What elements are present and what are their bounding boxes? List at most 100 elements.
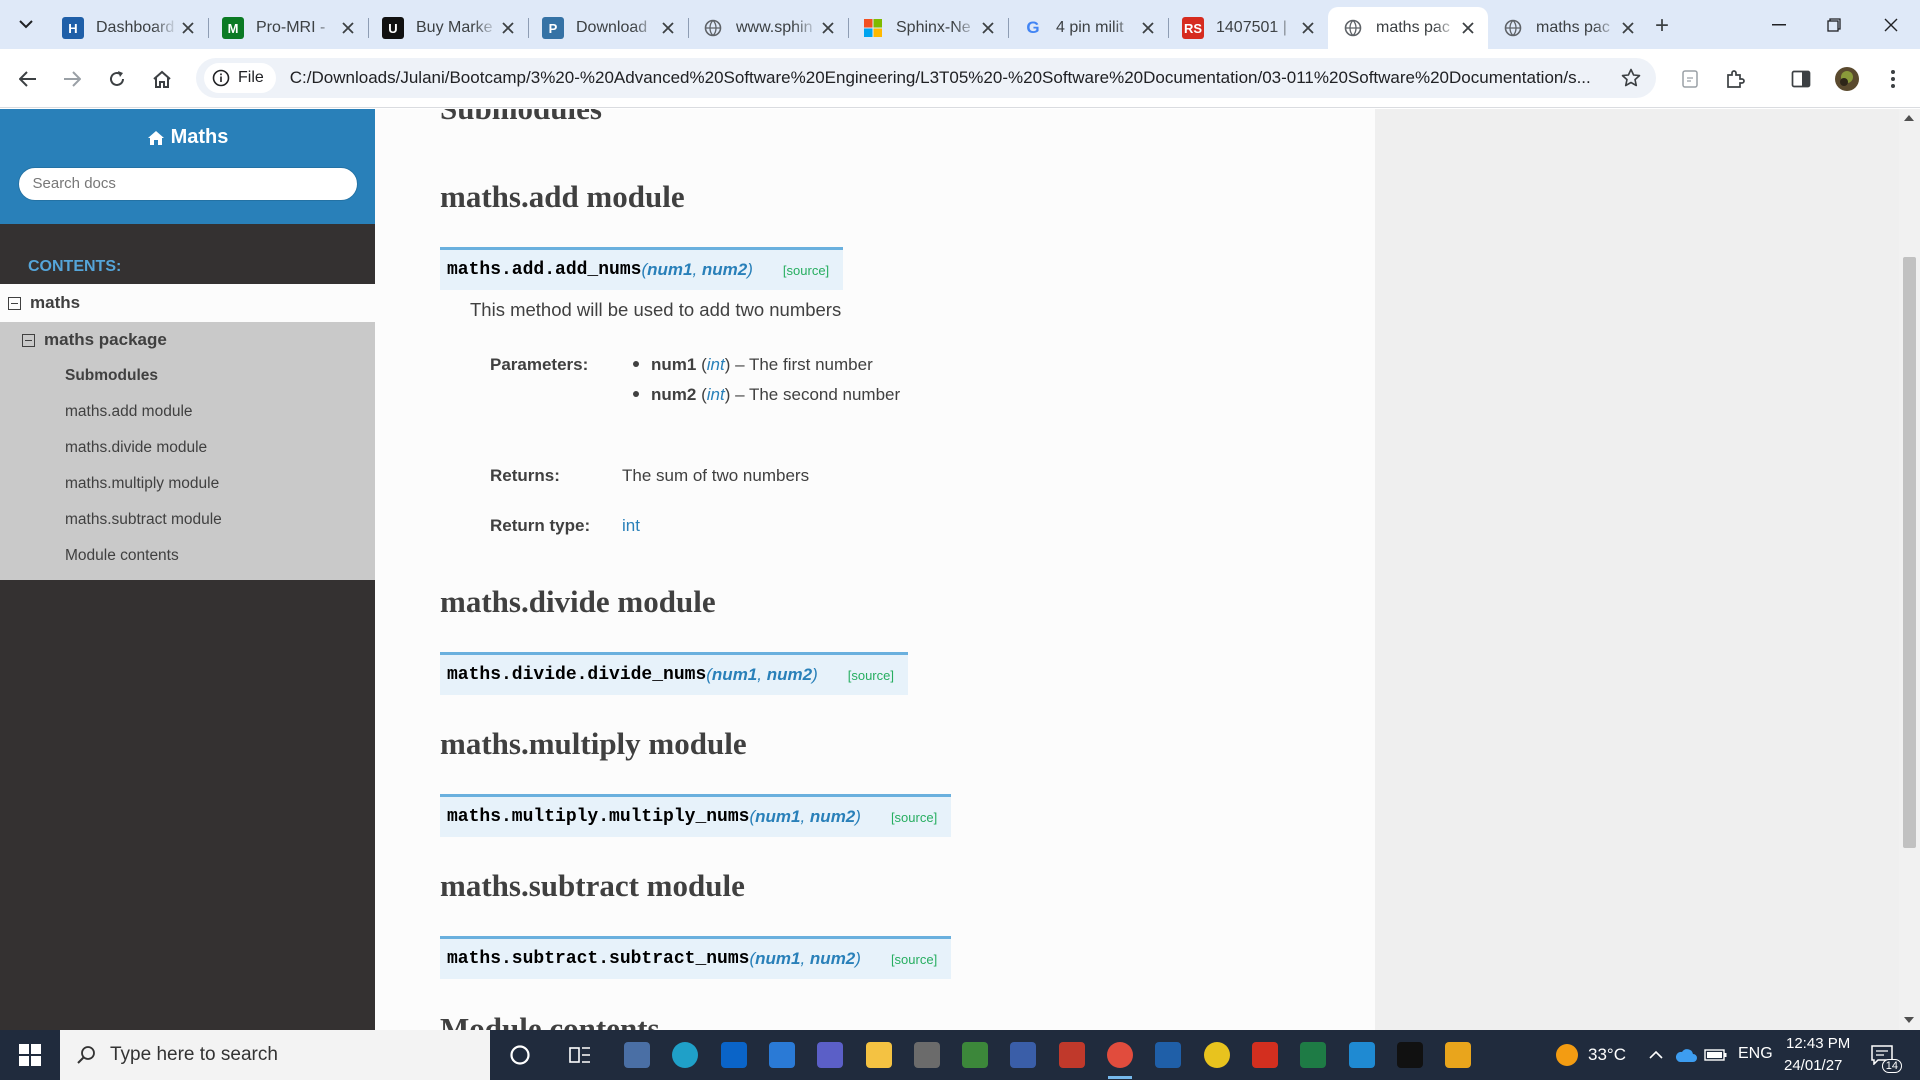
file-viewer-app[interactable]: [762, 1035, 802, 1075]
task-view-button[interactable]: [560, 1035, 600, 1075]
minimize-button[interactable]: [1750, 0, 1808, 49]
toc-link[interactable]: maths.divide module: [0, 430, 375, 466]
side-panel-button[interactable]: [1784, 62, 1818, 96]
project-home-link[interactable]: Maths: [147, 126, 228, 149]
drive-app[interactable]: [1197, 1035, 1237, 1075]
forward-button[interactable]: [55, 62, 89, 96]
browser-tab[interactable]: www.sphin: [688, 7, 848, 49]
browser-tab[interactable]: G 4 pin milit: [1008, 7, 1168, 49]
browser-tab[interactable]: RS 1407501 |: [1168, 7, 1328, 49]
nodejs-app[interactable]: [955, 1035, 995, 1075]
reading-mode-button[interactable]: [1673, 62, 1707, 96]
browser-toolbar: File C:/Downloads/Julani/Bootcamp/3%20-%…: [0, 49, 1920, 108]
close-tab-icon[interactable]: [1298, 18, 1318, 38]
edge-browser-app[interactable]: [665, 1035, 705, 1075]
source-link[interactable]: [source]: [891, 952, 937, 967]
browser-menu-button[interactable]: [1876, 62, 1910, 96]
outlook-app[interactable]: [714, 1035, 754, 1075]
collapse-toggle-icon[interactable]: [22, 333, 35, 347]
vscode-app[interactable]: [1342, 1035, 1382, 1075]
language-indicator[interactable]: ENG: [1738, 1045, 1773, 1063]
teams-app[interactable]: [810, 1035, 850, 1075]
clock-time[interactable]: 12:43 PM: [1786, 1035, 1850, 1052]
search-icon: [77, 1046, 95, 1064]
collapse-toggle-icon[interactable]: [8, 296, 21, 310]
cortana-button[interactable]: [500, 1035, 540, 1075]
address-bar[interactable]: File C:/Downloads/Julani/Bootcamp/3%20-%…: [196, 58, 1656, 98]
weather-widget[interactable]: [1547, 1035, 1587, 1075]
acrobat-icon: [1251, 1042, 1278, 1068]
excel-tool-app[interactable]: [1293, 1035, 1333, 1075]
security-app[interactable]: [1438, 1035, 1478, 1075]
browser-tab[interactable]: M Pro-MRI -: [208, 7, 368, 49]
param-type-link[interactable]: int: [707, 385, 725, 404]
close-tab-icon[interactable]: [498, 18, 518, 38]
terminal-app[interactable]: [1390, 1035, 1430, 1075]
toc-link[interactable]: maths.multiply module: [0, 466, 375, 502]
chrome-app[interactable]: [1100, 1035, 1140, 1079]
file-explorer-app[interactable]: [859, 1035, 899, 1075]
source-link[interactable]: [source]: [783, 263, 829, 278]
param-type-link[interactable]: int: [707, 355, 725, 374]
return-type-link[interactable]: int: [622, 516, 640, 536]
toc-link[interactable]: Submodules: [0, 358, 375, 394]
extensions-button[interactable]: [1718, 62, 1752, 96]
pdf-tool-icon: [1058, 1042, 1085, 1068]
taskbar-search-box[interactable]: Type here to search: [60, 1030, 490, 1080]
pdf-tool-app[interactable]: [1052, 1035, 1092, 1075]
restore-button[interactable]: [1805, 0, 1863, 49]
toc-link[interactable]: maths.add module: [0, 394, 375, 430]
close-tab-icon[interactable]: [178, 18, 198, 38]
toc-link[interactable]: Module contents: [0, 538, 375, 574]
close-window-button[interactable]: [1862, 0, 1920, 49]
browser-tab[interactable]: Sphinx-Ne: [848, 7, 1008, 49]
clock-date[interactable]: 24/01/27: [1784, 1057, 1842, 1074]
h-app[interactable]: [1148, 1035, 1188, 1075]
info-icon: [212, 69, 230, 87]
browser-tab[interactable]: maths pac: [1328, 7, 1488, 49]
close-tab-icon[interactable]: [1138, 18, 1158, 38]
new-tab-button[interactable]: +: [1648, 12, 1676, 40]
toc-item-maths-package[interactable]: maths package: [0, 322, 375, 358]
reload-button[interactable]: [100, 62, 134, 96]
settings-app[interactable]: [907, 1035, 947, 1075]
battery-tray-button[interactable]: [1696, 1035, 1736, 1075]
windows-logo-icon: [19, 1044, 41, 1066]
scrollbar-thumb[interactable]: [1903, 257, 1916, 848]
excel-tool-icon: [1300, 1042, 1327, 1068]
scroll-up-arrow-icon[interactable]: [1904, 115, 1914, 121]
network-app[interactable]: [1003, 1035, 1043, 1075]
profile-avatar[interactable]: [1830, 62, 1864, 96]
search-docs-input[interactable]: [17, 166, 358, 201]
back-button[interactable]: [11, 62, 45, 96]
browser-tab[interactable]: U Buy Marke: [368, 7, 528, 49]
close-tab-icon[interactable]: [1618, 18, 1638, 38]
close-tab-icon[interactable]: [818, 18, 838, 38]
close-tab-icon[interactable]: [658, 18, 678, 38]
toc-item-maths[interactable]: maths: [0, 284, 375, 322]
home-button[interactable]: [145, 62, 179, 96]
toc-link[interactable]: maths.subtract module: [0, 502, 375, 538]
toc-caption: CONTENTS:: [28, 258, 122, 275]
close-tab-icon[interactable]: [978, 18, 998, 38]
source-link[interactable]: [source]: [891, 810, 937, 825]
acrobat-app[interactable]: [1245, 1035, 1285, 1075]
close-tab-icon[interactable]: [1458, 18, 1478, 38]
taskbar-search-placeholder: Type here to search: [110, 1044, 278, 1065]
returns-text: The sum of two numbers: [622, 466, 810, 485]
source-link[interactable]: [source]: [848, 668, 894, 683]
browser-tab[interactable]: P Download: [528, 7, 688, 49]
system-monitor-app[interactable]: [617, 1035, 657, 1075]
windows-taskbar: Type here to search 33°C ENG 12:43 PM 24…: [0, 1030, 1920, 1080]
bookmark-star-button[interactable]: [1616, 63, 1646, 93]
start-button[interactable]: [0, 1030, 60, 1080]
url-text[interactable]: C:/Downloads/Julani/Bootcamp/3%20-%20Adv…: [290, 68, 1642, 88]
tab-search-button[interactable]: [10, 8, 42, 40]
browser-tab[interactable]: maths pac: [1488, 7, 1648, 49]
notifications-button[interactable]: 14: [1862, 1035, 1902, 1075]
close-tab-icon[interactable]: [338, 18, 358, 38]
scroll-down-arrow-icon[interactable]: [1904, 1017, 1914, 1023]
site-info-chip[interactable]: File: [204, 63, 276, 93]
browser-tab[interactable]: H Dashboard: [48, 7, 208, 49]
page-scrollbar[interactable]: [1899, 109, 1920, 1030]
